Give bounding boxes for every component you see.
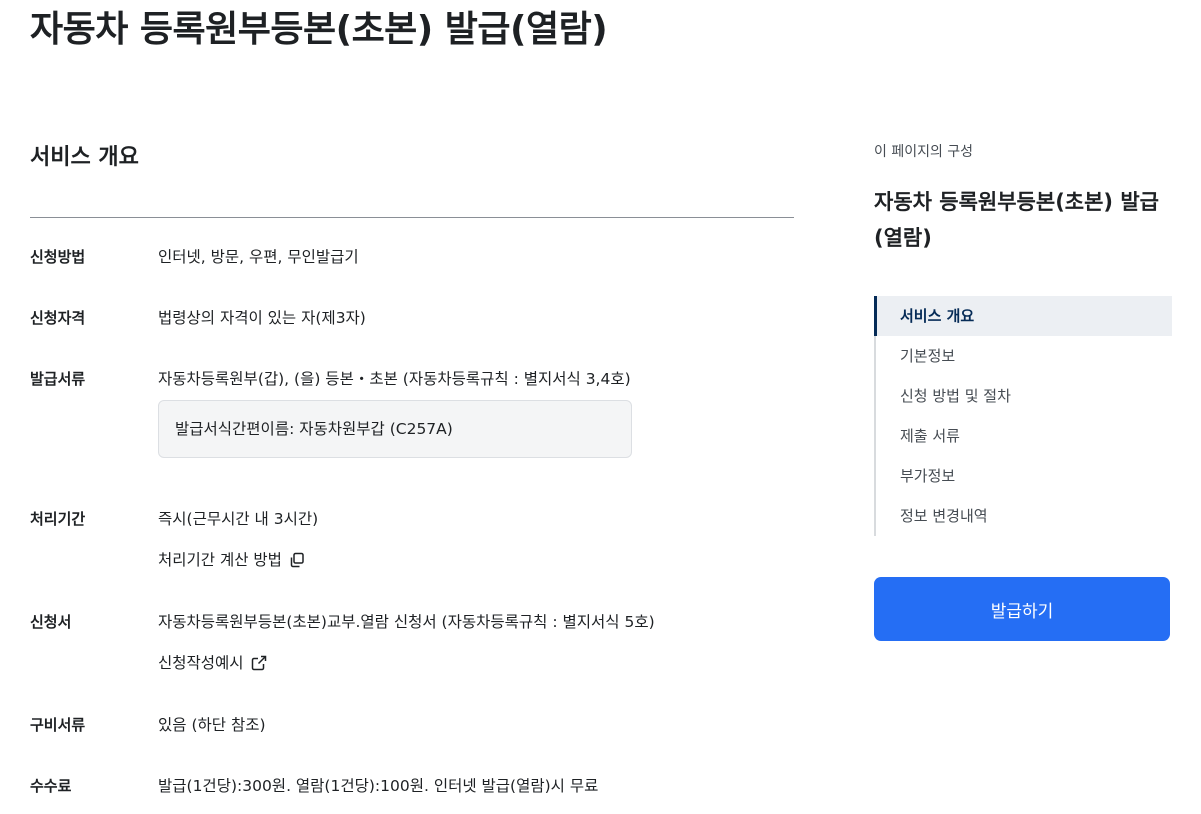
table-of-contents: 서비스 개요 기본정보 신청 방법 및 절차 제출 서류 부가정보 정보 변경내… <box>874 296 1172 536</box>
toc-item-change-history[interactable]: 정보 변경내역 <box>876 496 1172 536</box>
row-label: 수수료 <box>30 777 72 795</box>
row-label: 발급서류 <box>30 370 86 388</box>
info-row-required-documents: 구비서류 있음 (하단 참조) <box>30 713 266 737</box>
copy-icon[interactable] <box>288 551 306 569</box>
sidebar-title: 자동차 등록원부등본(초본) 발급(열람) <box>874 190 1159 250</box>
info-row-application-method: 신청방법 인터넷, 방문, 우편, 무인발급기 <box>30 245 359 269</box>
toc-item-basic-info[interactable]: 기본정보 <box>876 336 1172 376</box>
form-short-name-box: 발급서식간편이름: 자동차원부갑 (C257A) <box>158 400 632 458</box>
row-value: 자동차등록원부(갑), (을) 등본・초본 (자동차등록규칙 : 별지서식 3,… <box>158 370 631 388</box>
row-value: 법령상의 자격이 있는 자(제3자) <box>158 309 366 327</box>
toc-item-additional-info[interactable]: 부가정보 <box>876 456 1172 496</box>
page-title: 자동차 등록원부등본(초본) 발급(열람) <box>30 9 608 50</box>
issue-button[interactable]: 발급하기 <box>874 577 1170 641</box>
row-label: 구비서류 <box>30 716 86 734</box>
section-divider <box>30 217 794 218</box>
info-row-eligibility: 신청자격 법령상의 자격이 있는 자(제3자) <box>30 306 366 330</box>
row-label: 신청방법 <box>30 248 86 266</box>
info-row-issued-documents: 발급서류 자동차등록원부(갑), (을) 등본・초본 (자동차등록규칙 : 별지… <box>30 367 632 458</box>
row-value: 즉시(근무시간 내 3시간) <box>158 510 319 528</box>
info-row-processing-time: 처리기간 즉시(근무시간 내 3시간) 처리기간 계산 방법 <box>30 507 318 572</box>
row-value: 인터넷, 방문, 우편, 무인발급기 <box>158 248 359 266</box>
link-label[interactable]: 처리기간 계산 방법 <box>158 548 282 572</box>
toc-item-service-overview[interactable]: 서비스 개요 <box>874 296 1172 336</box>
row-label: 처리기간 <box>30 510 86 528</box>
section-title: 서비스 개요 <box>30 145 139 170</box>
external-link-icon[interactable] <box>250 654 268 672</box>
row-label: 신청자격 <box>30 309 86 327</box>
link-label[interactable]: 신청작성예시 <box>158 651 244 675</box>
sidebar-caption: 이 페이지의 구성 <box>874 144 974 160</box>
page-contents-sidebar: 이 페이지의 구성 자동차 등록원부등본(초본) 발급(열람) 서비스 개요 기… <box>874 140 1172 641</box>
row-label: 신청서 <box>30 613 72 631</box>
toc-item-submit-documents[interactable]: 제출 서류 <box>876 416 1172 456</box>
toc-item-application-procedure[interactable]: 신청 방법 및 절차 <box>876 376 1172 416</box>
info-row-fee: 수수료 발급(1건당):300원. 열람(1건당):100원. 인터넷 발급(열… <box>30 774 598 798</box>
processing-time-calc-link[interactable]: 처리기간 계산 방법 <box>158 548 318 572</box>
row-value: 있음 (하단 참조) <box>158 716 266 734</box>
application-example-link[interactable]: 신청작성예시 <box>158 651 655 675</box>
row-value: 발급(1건당):300원. 열람(1건당):100원. 인터넷 발급(열람)시 … <box>158 777 599 795</box>
info-row-application-form: 신청서 자동차등록원부등본(초본)교부.열람 신청서 (자동차등록규칙 : 별지… <box>30 610 655 675</box>
row-value: 자동차등록원부등본(초본)교부.열람 신청서 (자동차등록규칙 : 별지서식 5… <box>158 613 655 631</box>
service-overview-section: 서비스 개요 신청방법 인터넷, 방문, 우편, 무인발급기 신청자격 법령상의… <box>30 132 794 795</box>
